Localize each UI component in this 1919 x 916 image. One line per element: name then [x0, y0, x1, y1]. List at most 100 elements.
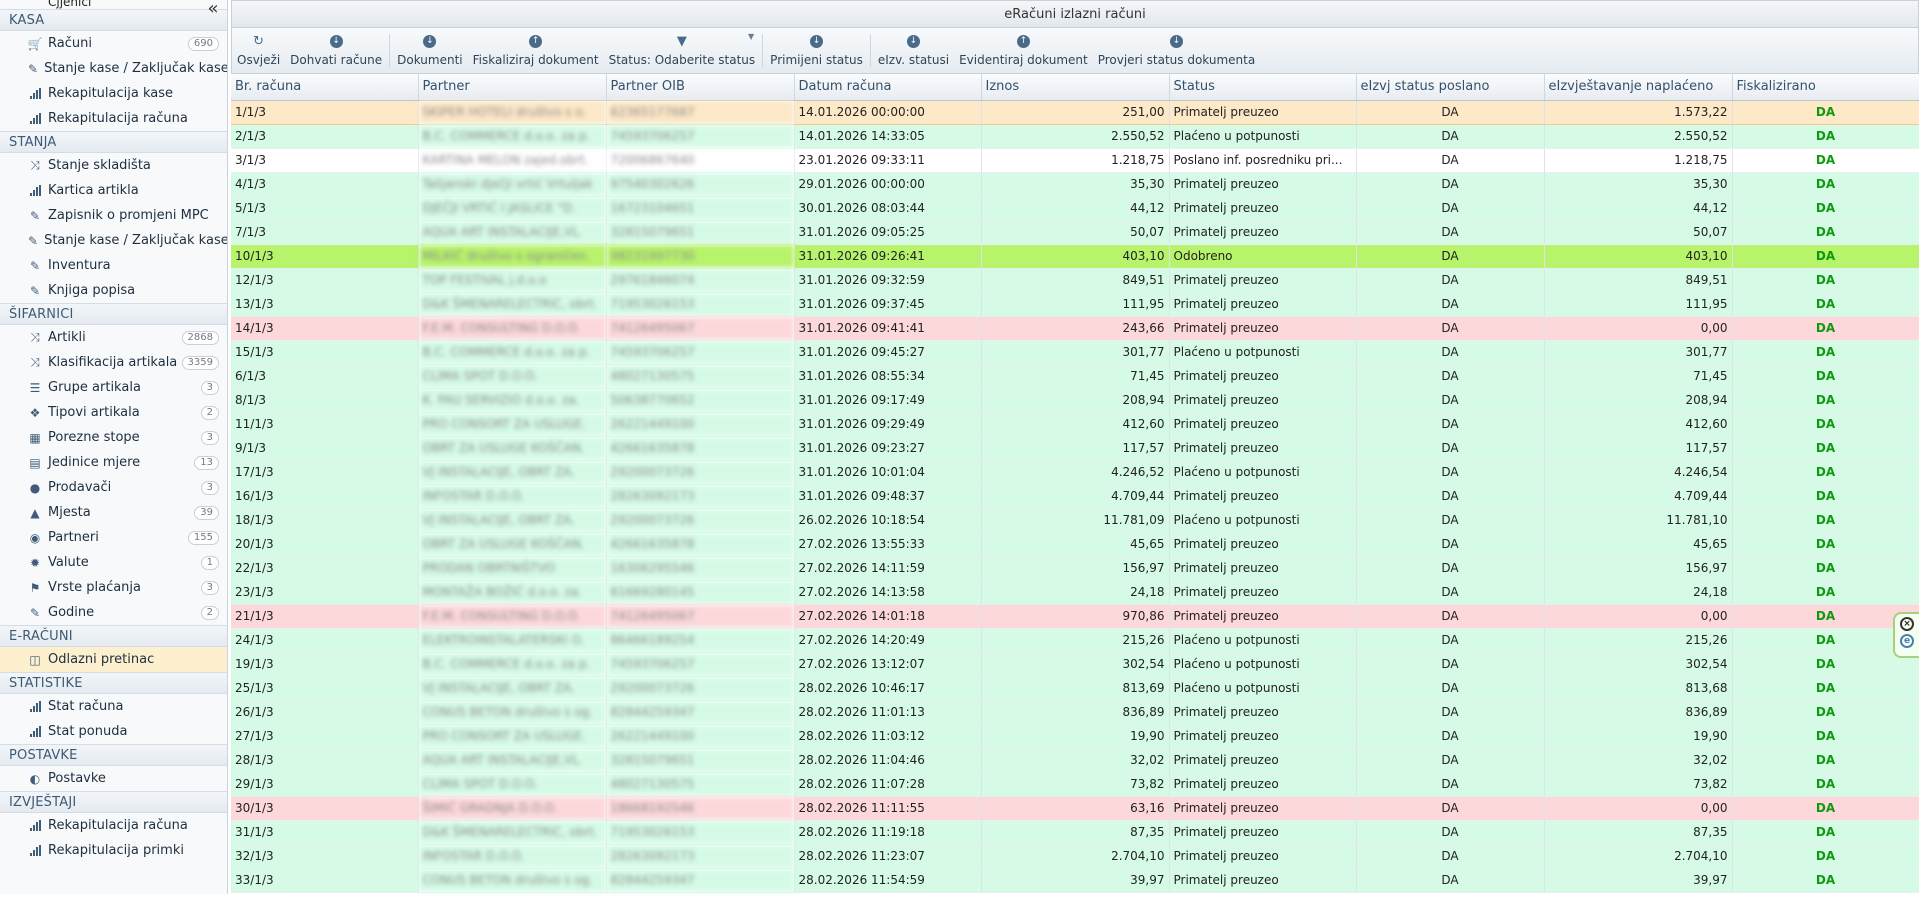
table-row[interactable]: 10/1/3 MILKIĆ društvo s ograničen. 9823199… [231, 244, 1919, 269]
table-row[interactable]: 26/1/3 CONUS BETON društvo s og. 828442593… [231, 700, 1919, 725]
paid-amount-cell: 2.550,52 [1544, 124, 1733, 149]
sidebar-item[interactable]: 🛒 Računi 690 [0, 31, 227, 56]
sidebar-item[interactable]: ◐ Postavke [0, 766, 227, 791]
table-row[interactable]: 7/1/3 AQUA ART INSTALACIJE,VL. 32815079651… [231, 220, 1919, 245]
sidebar-item[interactable]: Rekapitulacija računa [0, 813, 227, 838]
sidebar-item[interactable]: Rekapitulacija primki [0, 838, 227, 863]
toolbar-button-label: Dokumenti [397, 52, 463, 67]
sidebar-item[interactable]: Stat ponuda [0, 719, 227, 744]
sidebar-item[interactable]: Rekapitulacija kase [0, 81, 227, 106]
count-badge: 3 [200, 480, 219, 495]
table-row[interactable]: 12/1/3 TOP FESTIVAL j.d.o.o 29761846074 31.… [231, 268, 1919, 293]
table-row[interactable]: 33/1/3 CONUS BETON društvo s og. 828442593… [231, 868, 1919, 893]
amount-cell: 11.781,09 [981, 508, 1170, 533]
fiscalized-cell: DA [1732, 652, 1919, 677]
table-row[interactable]: 27/1/3 PRO CONSORT ZA USLUGE. 26221449100 2… [231, 724, 1919, 749]
amount-cell: 208,94 [981, 388, 1170, 413]
column-header[interactable]: Br. računa [231, 74, 419, 101]
sidebar-item[interactable]: Kartica artikla [0, 178, 227, 203]
table-row[interactable]: 32/1/3 INFOSTAR D.O.O. 28263092173 28.02.20… [231, 844, 1919, 869]
sidebar-item[interactable]: ◉ Partneri 155 [0, 525, 227, 550]
table-row[interactable]: 17/1/3 VJ INSTALACIJE, OBRT ZA. 2920007372… [231, 460, 1919, 485]
sidebar-item-partial[interactable]: Cjjenici [0, 0, 227, 9]
sidebar-item[interactable]: ▤ Jedinice mjere 13 [0, 450, 227, 475]
sidebar-item[interactable]: ☰ Grupe artikala 3 [0, 375, 227, 400]
sidebar-item[interactable]: ✎ Stanje kase / Zaključak kase [0, 228, 227, 253]
fiscalized-cell: DA [1732, 388, 1919, 413]
table-row[interactable]: 4/1/3 Talijanski dječji vrtić Vrtuljak 975… [231, 172, 1919, 197]
table-row[interactable]: 16/1/3 INFOSTAR D.O.O. 28263092173 31.01.20… [231, 484, 1919, 509]
toolbar-button[interactable]: ↓ Provjeri status dokumenta [1093, 28, 1261, 73]
amount-cell: 251,00 [981, 99, 1170, 125]
cart-icon: 🛒 [27, 36, 43, 51]
paid-amount-cell: 836,89 [1544, 700, 1733, 725]
toolbar-button[interactable]: ↓ Primijeni status [765, 28, 868, 73]
table-row[interactable]: 28/1/3 AQUA ART INSTALACIJE,VL. 3281507965… [231, 748, 1919, 773]
toolbar-button[interactable]: ↑ Fiskaliziraj dokument [468, 28, 604, 73]
sidebar-item[interactable]: ✎ Stanje kase / Zaključak kase [0, 56, 227, 81]
column-header[interactable]: Fiskalizirano [1732, 74, 1919, 101]
toolbar-button[interactable]: ↓ Dokumenti [392, 28, 467, 73]
sidebar-item[interactable]: ✎ Knjiga popisa [0, 278, 227, 303]
table-row[interactable]: 21/1/3 F.E.M. CONSULTING D.O.O. 7412649506… [231, 604, 1919, 629]
e-icon[interactable]: e [1900, 634, 1914, 648]
table-row[interactable]: 6/1/3 CLIMA SPOT D.O.O. 48027130575 31.01.2… [231, 364, 1919, 389]
table-row[interactable]: 13/1/3 D&K ŠMENARELECTRIC, obrt. 719530261… [231, 292, 1919, 317]
table-row[interactable]: 29/1/3 CLIMA SPOT D.O.O. 48027130575 28.02.… [231, 772, 1919, 797]
sidebar-item[interactable]: ✎ Inventura [0, 253, 227, 278]
column-header[interactable]: eIzvještavanje naplaćeno [1544, 74, 1733, 101]
table-row[interactable]: 22/1/3 PRODAN OBRTNIŠTVO 16306295546 27.02.… [231, 556, 1919, 581]
sidebar-item[interactable]: ✹ Valute 1 [0, 550, 227, 575]
table-row[interactable]: 8/1/3 K. PAU SERVIZIO d.o.o. za. 506387706… [231, 388, 1919, 413]
table-row[interactable]: 1/1/3 SKIPER HOTELI društvo s o. 623651776… [231, 99, 1919, 125]
sidebar-item[interactable]: ◫ Odlazni pretinac [0, 647, 227, 672]
amount-cell: 215,26 [981, 628, 1170, 653]
toolbar-button-label: Fiskaliziraj dokument [472, 52, 599, 67]
close-icon[interactable]: × [1900, 617, 1914, 631]
toolbar-button[interactable]: ▼ Status: Odaberite status ▼ [604, 28, 761, 73]
sidebar-item[interactable]: ⤨ Klasifikacija artikala 3359 [0, 350, 227, 375]
sidebar-item[interactable]: ▲ Mjesta 39 [0, 500, 227, 525]
table-row[interactable]: 20/1/3 OBRT ZA USLUGE KOŠČAN. 42661635878 2… [231, 532, 1919, 557]
table-row[interactable]: 11/1/3 PRO CONSORT ZA USLUGE. 26221449100 3… [231, 412, 1919, 437]
table-row[interactable]: 15/1/3 B.C. COMMERCE d.o.o. za p. 74593706… [231, 340, 1919, 365]
table-row[interactable]: 24/1/3 ELEKTROINSTALATERSKI O. 86466189254… [231, 628, 1919, 653]
sidebar-item[interactable]: ▦ Porezne stope 3 [0, 425, 227, 450]
table-row[interactable]: 2/1/3 B.C. COMMERCE d.o.o. za p. 745937062… [231, 124, 1919, 149]
contrast-icon: ◐ [29, 771, 41, 786]
shuffle-icon: ⤨ [30, 355, 40, 369]
column-header[interactable]: Partner OIB [606, 74, 795, 101]
table-row[interactable]: 3/1/3 KARTINA MELON zajed.obrt. 7200686764… [231, 148, 1919, 173]
table-row[interactable]: 31/1/3 D&K ŠMENARELECTRIC, obrt. 719530261… [231, 820, 1919, 845]
sidebar-item[interactable]: Stat računa [0, 694, 227, 719]
table-row[interactable]: 9/1/3 OBRT ZA USLUGE KOŠČAN. 42661635878 31… [231, 436, 1919, 461]
column-header[interactable]: eIzvj status poslano [1356, 74, 1545, 101]
sidebar-item[interactable]: ✎ Zapisnik o promjeni MPC [0, 203, 227, 228]
toolbar-button[interactable]: ↻ Osvježi [232, 28, 285, 73]
table-row[interactable]: 25/1/3 VJ INSTALACIJE, OBRT ZA. 2920007372… [231, 676, 1919, 701]
table-row[interactable]: 14/1/3 F.E.M. CONSULTING D.O.O. 7412649506… [231, 316, 1919, 341]
column-header[interactable]: Status [1169, 74, 1357, 101]
amount-cell: 970,86 [981, 604, 1170, 629]
fiscalized-cell: DA [1732, 316, 1919, 341]
sidebar-item[interactable]: ● Prodavači 3 [0, 475, 227, 500]
column-header[interactable]: Iznos [981, 74, 1170, 101]
toolbar-button[interactable]: ↑ Evidentiraj dokument [954, 28, 1093, 73]
sidebar-item[interactable]: ❖ Tipovi artikala 2 [0, 400, 227, 425]
toolbar-button[interactable]: ↓ eIzv. statusi [873, 28, 954, 73]
table-row[interactable]: 5/1/3 DJEČJI VRTIĆ I JASLICE "D. 167231046… [231, 196, 1919, 221]
sidebar-item[interactable]: ✎ Godine 2 [0, 600, 227, 625]
column-header[interactable]: Partner [418, 74, 607, 101]
table-row[interactable]: 19/1/3 B.C. COMMERCE d.o.o. za p. 74593706… [231, 652, 1919, 677]
table-row[interactable]: 23/1/3 MONTAŽA BOŽIĆ d.o.o. za. 6166928014… [231, 580, 1919, 605]
table-row[interactable]: 18/1/3 VJ INSTALACIJE, OBRT ZA. 2920007372… [231, 508, 1919, 533]
toolbar-button[interactable]: ↓ Dohvati račune [285, 28, 387, 73]
table-row[interactable]: 30/1/3 ŠIMIĆ GRADNJA D.O.O. 18668192546 28.… [231, 796, 1919, 821]
column-header[interactable]: Datum računa [794, 74, 982, 101]
toolbar-button-label: Provjeri status dokumenta [1097, 52, 1256, 67]
sidebar-item[interactable]: ⚑ Vrste plaćanja 3 [0, 575, 227, 600]
sidebar-item[interactable]: Rekapitulacija računa [0, 106, 227, 131]
amount-cell: 24,18 [981, 580, 1170, 605]
sidebar-item[interactable]: ⤨ Artikli 2868 [0, 325, 227, 350]
sidebar-item[interactable]: ⤨ Stanje skladišta [0, 153, 227, 178]
